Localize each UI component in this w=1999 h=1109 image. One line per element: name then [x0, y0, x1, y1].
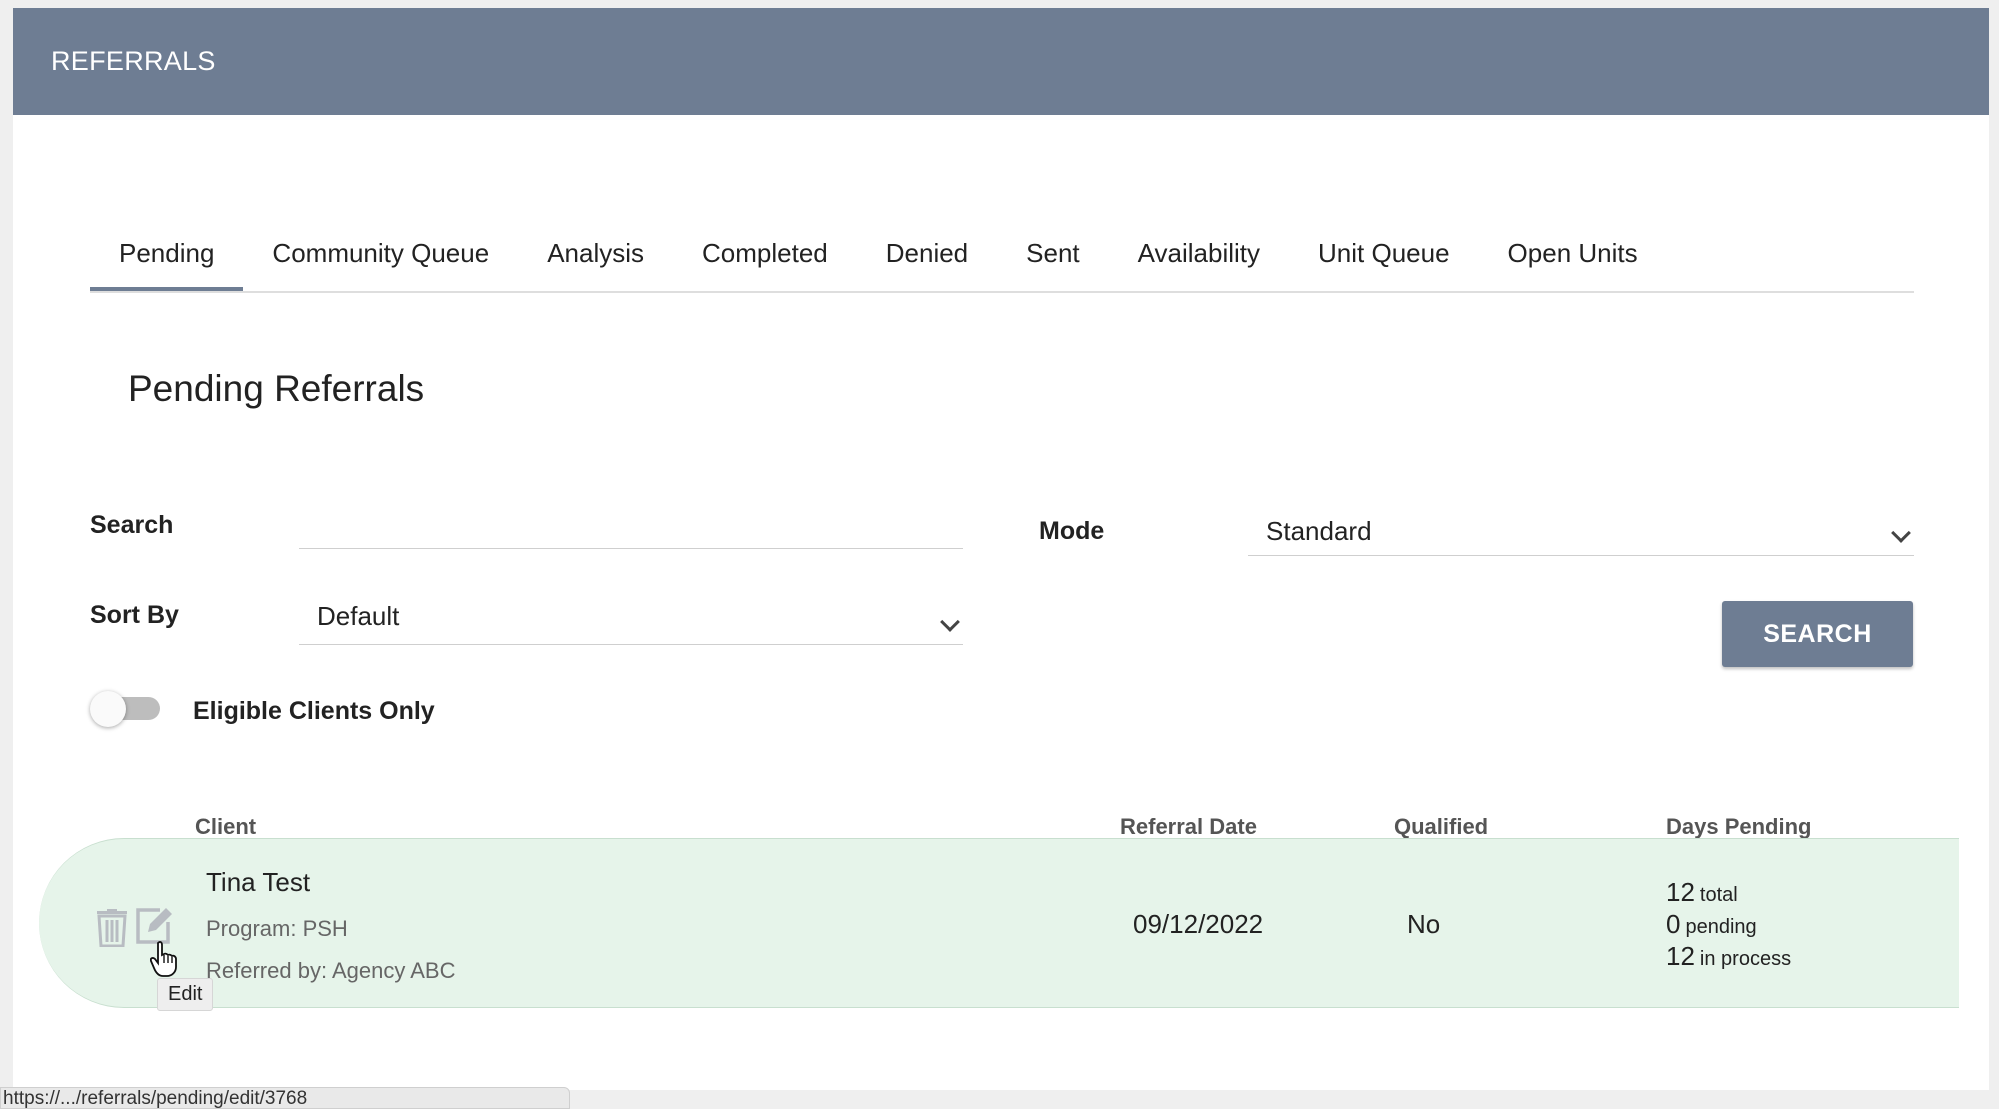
page-header: REFERRALS	[13, 8, 1989, 115]
search-field	[299, 505, 963, 549]
referrals-card: REFERRALS Pending Community Queue Analys…	[13, 8, 1989, 1090]
days-process-label: in process	[1699, 948, 1792, 970]
table-row[interactable]: Tina Test Program: PSH Referred by: Agen…	[39, 838, 1959, 1011]
eligible-clients-label: Eligible Clients Only	[193, 697, 435, 725]
tab-analysis[interactable]: Analysis	[518, 218, 673, 291]
column-header-referral-date: Referral Date	[1120, 814, 1257, 839]
client-program: Program: PSH	[206, 916, 348, 941]
days-pending-label: pending	[1685, 916, 1757, 938]
days-total-number: 12	[1666, 877, 1695, 907]
referral-date-value: 09/12/2022	[1133, 909, 1264, 939]
column-header-client: Client	[195, 814, 257, 839]
days-in-process: 12 in process	[1666, 941, 1791, 972]
tab-bar: Pending Community Queue Analysis Complet…	[90, 218, 1914, 293]
mode-value: Standard	[1266, 516, 1372, 546]
search-button[interactable]: SEARCH	[1722, 601, 1913, 667]
sort-by-select[interactable]: Default	[299, 593, 963, 645]
days-pending-number: 0	[1666, 909, 1681, 939]
qualified-value: No	[1407, 909, 1441, 939]
tab-availability[interactable]: Availability	[1109, 218, 1289, 291]
client-referred-by: Referred by: Agency ABC	[206, 958, 456, 983]
search-input[interactable]	[299, 505, 963, 548]
days-process-number: 12	[1666, 941, 1695, 971]
column-header-qualified: Qualified	[1394, 814, 1489, 839]
sort-by-value: Default	[317, 601, 400, 631]
status-bar-url: https://.../referrals/pending/edit/3768	[0, 1087, 570, 1109]
page-title: Pending Referrals	[128, 368, 425, 409]
mode-label: Mode	[1039, 517, 1105, 545]
eligible-clients-toggle[interactable]	[90, 691, 160, 727]
tab-denied[interactable]: Denied	[857, 218, 997, 291]
tab-pending[interactable]: Pending	[90, 218, 244, 291]
days-total: 12 total	[1666, 877, 1738, 908]
edit-tooltip: Edit	[157, 978, 214, 1011]
client-name: Tina Test	[206, 867, 311, 897]
tab-open-units[interactable]: Open Units	[1479, 218, 1667, 291]
column-header-days-pending: Days Pending	[1666, 814, 1812, 839]
sort-by-label: Sort By	[90, 601, 179, 629]
chevron-down-icon	[940, 612, 960, 632]
header-title: REFERRALS	[51, 46, 216, 76]
chevron-down-icon	[1891, 523, 1911, 543]
tab-sent[interactable]: Sent	[997, 218, 1109, 291]
hand-cursor-icon	[149, 941, 178, 982]
tab-unit-queue[interactable]: Unit Queue	[1289, 218, 1479, 291]
toggle-knob	[90, 691, 126, 727]
search-label: Search	[90, 511, 174, 539]
mode-select[interactable]: Standard	[1248, 508, 1914, 556]
days-total-label: total	[1699, 884, 1738, 906]
trash-icon[interactable]	[96, 909, 128, 952]
tab-community-queue[interactable]: Community Queue	[243, 218, 518, 291]
days-pending: 0 pending	[1666, 909, 1757, 940]
tab-completed[interactable]: Completed	[673, 218, 857, 291]
